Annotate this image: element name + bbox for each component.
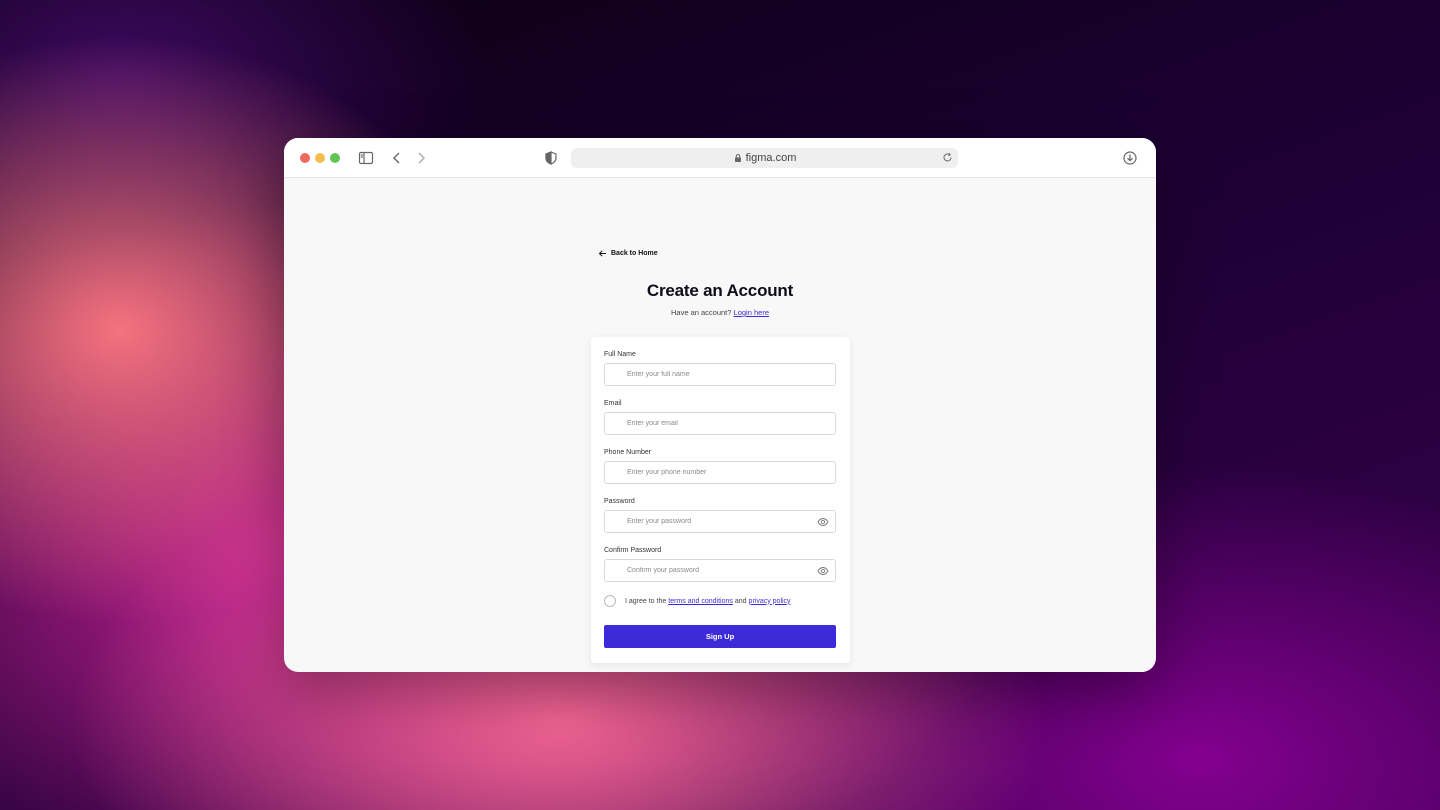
password-field-container (604, 510, 836, 533)
confirm-password-label: Confirm Password (604, 547, 662, 554)
minimize-window-button[interactable] (315, 153, 325, 163)
agree-prefix-text: I agree to the (625, 597, 667, 605)
login-link[interactable]: Login here (734, 308, 769, 317)
login-prompt-text: Have an account? (670, 308, 732, 317)
page-content: Back to Home Create an Account Have an a… (284, 179, 1156, 672)
email-label: Email (604, 400, 622, 407)
full-name-label: Full Name (604, 351, 636, 358)
confirm-password-input[interactable] (627, 560, 812, 581)
confirm-password-field-container (604, 559, 836, 582)
full-name-field-container (604, 363, 836, 386)
close-window-button[interactable] (300, 153, 310, 163)
eye-icon[interactable] (817, 516, 829, 528)
sign-up-button[interactable]: Sign Up (604, 625, 836, 648)
lock-icon (734, 154, 741, 162)
browser-toolbar: figma.com (284, 138, 1156, 178)
privacy-policy-link[interactable]: privacy policy (749, 598, 791, 605)
email-field-container (604, 412, 836, 435)
maximize-window-button[interactable] (330, 153, 340, 163)
arrow-left-icon (598, 250, 606, 257)
shield-icon[interactable] (542, 149, 560, 167)
forward-arrow-icon[interactable] (412, 149, 430, 167)
terms-link[interactable]: terms and conditions (668, 598, 733, 605)
download-icon[interactable] (1121, 149, 1139, 167)
password-label: Password (604, 498, 635, 505)
agree-and-text: and (734, 597, 747, 605)
phone-number-input[interactable] (627, 462, 812, 483)
phone-number-label: Phone Number (604, 449, 652, 456)
password-input[interactable] (627, 511, 812, 532)
browser-window: figma.com Back to Home Create an Account (284, 138, 1156, 672)
signup-form-card: Full Name Email Phone Number Password Co (591, 337, 850, 663)
phone-number-field-container (604, 461, 836, 484)
reload-icon[interactable] (941, 151, 954, 164)
sidebar-icon[interactable] (357, 149, 375, 167)
address-bar-url: figma.com (745, 152, 797, 164)
address-bar[interactable]: figma.com (571, 148, 958, 168)
page-title: Create an Account (646, 281, 794, 300)
email-input[interactable] (627, 413, 812, 434)
login-prompt: Have an account? Login here (284, 308, 1156, 317)
eye-icon[interactable] (817, 565, 829, 577)
back-arrow-icon[interactable] (388, 149, 406, 167)
back-to-home-label: Back to Home (611, 250, 658, 257)
full-name-input[interactable] (627, 364, 812, 385)
terms-agreement-row: I agree to the terms and conditions and … (604, 595, 793, 607)
terms-checkbox[interactable] (604, 595, 616, 607)
back-to-home-link[interactable]: Back to Home (598, 249, 658, 258)
